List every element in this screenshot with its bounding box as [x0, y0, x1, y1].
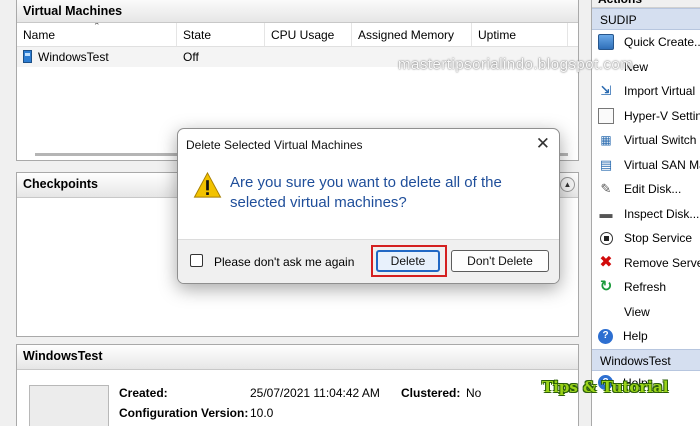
refresh-icon: ↻ [599, 278, 613, 296]
host-group-header[interactable]: SUDIP [592, 8, 700, 30]
action-virtual-switch[interactable]: ▦ Virtual Switch [592, 128, 700, 153]
vm-thumbnail [29, 385, 109, 426]
action-label: Edit Disk... [624, 182, 682, 197]
column-header-name[interactable]: Name ⌃ [17, 23, 177, 46]
site-logo: Tips & Tutorial [542, 378, 669, 396]
quick-create-icon [598, 34, 614, 51]
virtual-san-icon: ▤ [599, 156, 613, 172]
action-label: Inspect Disk... [624, 206, 700, 221]
vm-name: WindowsTest [38, 50, 109, 64]
action-quick-create[interactable]: Quick Create... [592, 30, 700, 55]
action-hyperv-settings[interactable]: Hyper-V Settin [592, 104, 700, 129]
column-label: Name [23, 28, 56, 42]
edit-disk-icon: ✎ [600, 181, 612, 197]
config-version-value: 10.0 [250, 406, 274, 420]
column-header-assigned-memory[interactable]: Assigned Memory [352, 23, 472, 46]
action-label: Virtual Switch [624, 133, 697, 148]
delete-button[interactable]: Delete [376, 250, 440, 272]
action-view[interactable]: View [592, 300, 700, 325]
dont-delete-button[interactable]: Don't Delete [451, 250, 549, 272]
warning-icon [193, 171, 222, 198]
help-icon: ? [598, 328, 613, 344]
action-label: Help [623, 329, 648, 344]
vm-column-headers: Name ⌃ State CPU Usage Assigned Memory U… [17, 23, 578, 47]
settings-icon [598, 107, 614, 124]
details-header: WindowsTest [17, 345, 578, 370]
action-refresh[interactable]: ↻ Refresh [592, 275, 700, 300]
vm-state-cell: Off [183, 50, 199, 64]
action-edit-disk[interactable]: ✎ Edit Disk... [592, 177, 700, 202]
action-label: Remove Server [624, 255, 700, 270]
dont-ask-again-label[interactable]: Please don't ask me again [214, 255, 354, 269]
column-header-uptime[interactable]: Uptime [472, 23, 568, 46]
inspect-disk-icon: ▬ [599, 205, 613, 221]
virtual-machines-header: Virtual Machines [17, 0, 578, 23]
action-virtual-san-manager[interactable]: ▤ Virtual SAN Ma [592, 153, 700, 178]
dialog-message: Are you sure you want to delete all of t… [230, 174, 502, 211]
column-header-state[interactable]: State [177, 23, 265, 46]
remove-icon: ✖ [599, 253, 613, 271]
vm-group-header[interactable]: WindowsTest [592, 348, 700, 371]
clustered-label: Clustered: [401, 386, 461, 400]
clustered-value: No [466, 386, 482, 400]
action-label: View [624, 304, 650, 319]
stop-icon [600, 231, 613, 245]
watermark-text: mastertipsorialindo.blogspot.com [398, 56, 634, 73]
action-remove-server[interactable]: ✖ Remove Server [592, 251, 700, 276]
virtual-switch-icon: ▦ [600, 133, 612, 148]
dialog-footer: Please don't ask me again Delete Don't D… [178, 239, 559, 283]
dont-ask-again-checkbox[interactable] [190, 254, 203, 267]
action-label: Import Virtual [624, 84, 696, 99]
action-help[interactable]: ? Help [592, 324, 700, 349]
action-label: Quick Create... [624, 35, 700, 50]
action-import-virtual-machine[interactable]: ⇲ Import Virtual [592, 79, 700, 104]
actions-title: Actions [592, 0, 700, 8]
action-label: Refresh [624, 280, 667, 295]
collapse-up-icon[interactable]: ▲ [560, 177, 575, 192]
action-label: Virtual SAN Ma [624, 157, 700, 172]
delete-vm-dialog: Delete Selected Virtual Machines ✕ Are y… [177, 128, 560, 284]
vm-name-cell: WindowsTest [17, 50, 177, 64]
host-actions-list: Quick Create... New ⇲ Import Virtual Hype… [592, 30, 700, 349]
created-value: 25/07/2021 11:04:42 AM [250, 386, 380, 400]
import-icon: ⇲ [600, 83, 612, 99]
config-version-label: Configuration Version: [119, 406, 249, 420]
action-inspect-disk[interactable]: ▬ Inspect Disk... [592, 202, 700, 227]
action-label: Stop Service [624, 231, 693, 246]
action-label: Hyper-V Settin [624, 108, 700, 123]
column-header-cpu-usage[interactable]: CPU Usage [265, 23, 352, 46]
sort-ascending-icon: ⌃ [93, 23, 101, 31]
dialog-title: Delete Selected Virtual Machines [186, 138, 363, 152]
created-label: Created: [119, 386, 168, 400]
virtual-machine-icon [23, 50, 32, 63]
close-icon[interactable]: ✕ [536, 134, 550, 154]
action-stop-service[interactable]: Stop Service [592, 226, 700, 251]
details-pane: WindowsTest Created: 25/07/2021 11:04:42… [16, 344, 579, 426]
